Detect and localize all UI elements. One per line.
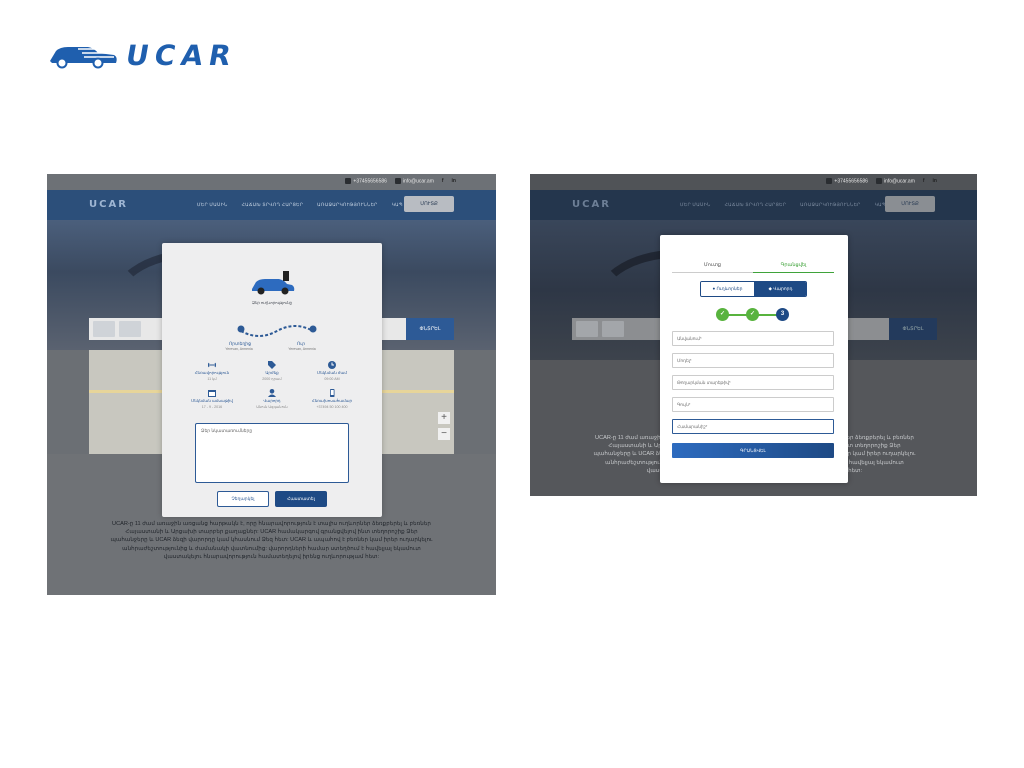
step-3-current: 3 bbox=[776, 308, 789, 321]
step-2-done-icon: ✓ bbox=[746, 308, 759, 321]
nav-offers[interactable]: ԱՌԱՋԱՐԿՈՒԹՅՈՒՆՆԵՐ bbox=[800, 202, 860, 208]
login-button[interactable]: ՄՈՒՏՔ bbox=[404, 196, 454, 212]
truck-type-icon[interactable] bbox=[119, 321, 141, 337]
info-driver: Վարորդ Անուն Ազգանուն bbox=[242, 389, 302, 409]
linkedin-icon[interactable]: in bbox=[933, 178, 937, 184]
zoom-out-button[interactable]: − bbox=[438, 428, 450, 440]
tab-register[interactable]: Գրանցվել bbox=[753, 259, 834, 273]
linkedin-icon[interactable]: in bbox=[452, 178, 456, 184]
ucar-logo: UCAR bbox=[48, 38, 240, 72]
phone-number: +37455656586 bbox=[353, 178, 387, 185]
email-address: info@ucar.am bbox=[402, 178, 434, 185]
nav-faq[interactable]: ՀԱՃԱԽ ՏՐՎՈՂ ՀԱՐՑԵՐ bbox=[242, 202, 304, 208]
car-year-field[interactable]: Թողարկման տարեթիվ* bbox=[672, 375, 834, 390]
cancel-button[interactable]: Չեղարկել bbox=[217, 491, 269, 507]
email-contact[interactable]: info@ucar.am bbox=[875, 178, 915, 185]
mail-icon bbox=[394, 178, 401, 184]
info-price: Արժեք 2000 դրամ bbox=[242, 361, 302, 381]
nav-about[interactable]: ՄԵՐ ՄԱՍԻՆ bbox=[197, 202, 228, 208]
driver-icon bbox=[268, 389, 276, 397]
order-screen-preview: +37455656586 info@ucar.am f in UCAR ՄԵՐ … bbox=[47, 174, 496, 595]
main-navigation: UCAR ՄԵՐ ՄԱՍԻՆ ՀԱՃԱԽ ՏՐՎՈՂ ՀԱՐՑԵՐ ԱՌԱՋԱՐ… bbox=[530, 190, 977, 220]
register-submit-button[interactable]: ԳՐԱՆՑՎԵԼ bbox=[672, 443, 834, 458]
facebook-icon[interactable]: f bbox=[442, 178, 444, 184]
role-toggle: ● Ուղևորներ ◆ Վարորդ bbox=[700, 281, 807, 297]
info-time: Մեկնման ժամ 09:00 AM bbox=[302, 361, 362, 381]
truck-type-icon[interactable] bbox=[602, 321, 624, 337]
car-color-field[interactable]: Գույն* bbox=[672, 397, 834, 412]
contact-bar: +37455656586 info@ucar.am f in bbox=[47, 174, 496, 190]
info-phone: Հեռախոսահամար +37494 50 100 400 bbox=[302, 389, 362, 409]
car-model-field[interactable]: Մոդել* bbox=[672, 353, 834, 368]
comment-textarea[interactable]: Ձեր նկատառումները bbox=[195, 423, 349, 483]
nav-logo[interactable]: UCAR bbox=[89, 199, 128, 210]
mail-icon bbox=[875, 178, 882, 184]
tab-login[interactable]: Մուտք bbox=[672, 259, 753, 273]
confirm-button[interactable]: Հաստատել bbox=[275, 491, 327, 507]
main-navigation: UCAR ՄԵՐ ՄԱՍԻՆ ՀԱՃԱԽ ՏՐՎՈՂ ՀԱՐՑԵՐ ԱՌԱՋԱՐ… bbox=[47, 190, 496, 220]
phone-contact[interactable]: +37455656586 bbox=[826, 178, 868, 184]
search-button[interactable]: ՓՆՏՐԵԼ bbox=[889, 318, 937, 340]
phone-contact[interactable]: +37455656586 bbox=[345, 178, 387, 184]
phone-icon bbox=[345, 178, 352, 184]
info-date: Մեկնման ամսաթիվ 17 - 9 - 2016 bbox=[182, 389, 242, 409]
calendar-icon bbox=[208, 390, 216, 397]
car-make-field[interactable]: Անվանում* bbox=[672, 331, 834, 346]
nav-offers[interactable]: ԱՌԱՋԱՐԿՈՒԹՅՈՒՆՆԵՐ bbox=[317, 202, 377, 208]
role-driver-label: Վարորդ bbox=[773, 286, 793, 291]
trip-caption: Ձեր ուղևորությունը bbox=[252, 301, 292, 305]
login-button[interactable]: ՄՈՒՏՔ bbox=[885, 196, 935, 212]
order-confirm-modal: Ձեր ուղևորությունը Որտեղից Ուր Yerevan, … bbox=[162, 243, 382, 517]
car-logo-icon bbox=[50, 47, 118, 69]
to-place: Yerevan, Armenia bbox=[288, 347, 316, 351]
registration-steps: ✓ ✓ 3 bbox=[716, 308, 792, 322]
from-place: Yerevan, Armenia bbox=[225, 347, 253, 351]
plate-number-field[interactable]: Համարանիշ* bbox=[672, 419, 834, 434]
distance-icon bbox=[208, 362, 216, 368]
nav-logo[interactable]: UCAR bbox=[572, 199, 611, 210]
email-contact[interactable]: info@ucar.am bbox=[394, 178, 434, 185]
info-distance: Հեռավորություն 11 կմ bbox=[182, 361, 242, 381]
car-type-icon[interactable] bbox=[93, 321, 115, 337]
role-driver-button[interactable]: ◆ Վարորդ bbox=[754, 282, 806, 296]
search-button[interactable]: ՓՆՏՐԵԼ bbox=[406, 318, 454, 340]
zoom-in-button[interactable]: + bbox=[438, 412, 450, 424]
register-modal: Մուտք Գրանցվել ● Ուղևորներ ◆ Վարորդ ✓ ✓ … bbox=[660, 235, 848, 483]
car-driver-illustration bbox=[252, 271, 295, 295]
car-type-icon[interactable] bbox=[576, 321, 598, 337]
role-passenger-button[interactable]: ● Ուղևորներ bbox=[701, 282, 754, 296]
nav-about[interactable]: ՄԵՐ ՄԱՍԻՆ bbox=[680, 202, 711, 208]
brand-name: UCAR bbox=[123, 38, 240, 72]
email-address: info@ucar.am bbox=[883, 178, 915, 185]
phone-icon bbox=[330, 389, 335, 397]
phone-icon bbox=[826, 178, 833, 184]
step-1-done-icon: ✓ bbox=[716, 308, 729, 321]
register-screen-preview: +37455656586 info@ucar.am f in UCAR ՄԵՐ … bbox=[530, 174, 977, 496]
price-tag-icon bbox=[268, 361, 276, 369]
contact-bar: +37455656586 info@ucar.am f in bbox=[530, 174, 977, 190]
phone-number: +37455656586 bbox=[834, 178, 868, 185]
about-text: UCAR-ը 11 ժամ առաջին առցանց հարթակն է, ո… bbox=[110, 521, 433, 560]
auth-tabs: Մուտք Գրանցվել bbox=[672, 259, 834, 273]
clock-icon bbox=[328, 361, 336, 369]
nav-faq[interactable]: ՀԱՃԱԽ ՏՐՎՈՂ ՀԱՐՑԵՐ bbox=[725, 202, 787, 208]
facebook-icon[interactable]: f bbox=[923, 178, 925, 184]
role-passenger-label: Ուղևորներ bbox=[716, 286, 743, 291]
